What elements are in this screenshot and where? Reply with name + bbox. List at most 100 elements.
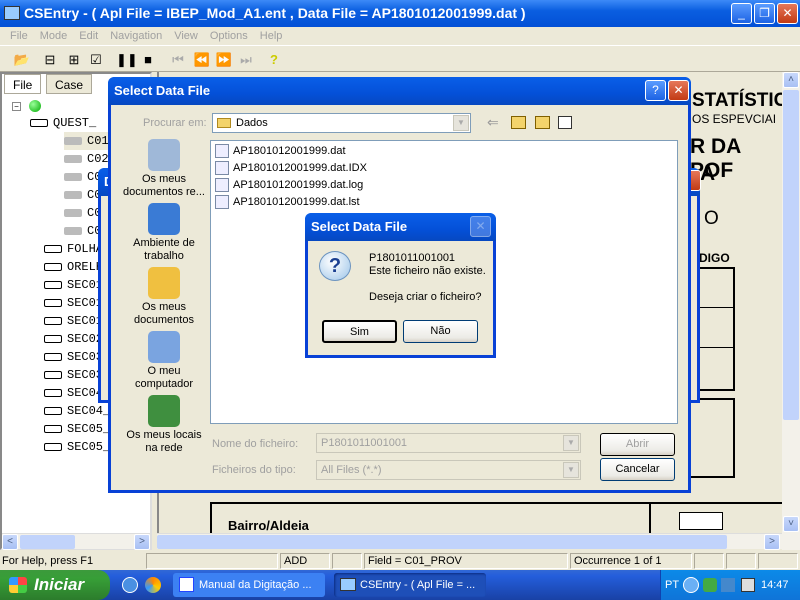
- tree-item[interactable]: SEC05_: [44, 420, 110, 438]
- language-indicator[interactable]: PT: [665, 570, 679, 600]
- system-tray: PT 14:47: [660, 570, 800, 600]
- menu-file[interactable]: File: [4, 27, 34, 45]
- dialog-close-button[interactable]: ✕: [668, 80, 689, 101]
- verify-case-icon[interactable]: ☑: [86, 50, 106, 70]
- look-in-label: Procurar em:: [143, 117, 207, 129]
- open-folder-icon[interactable]: 📂: [12, 50, 32, 70]
- collapse-icon[interactable]: −: [12, 102, 21, 111]
- modify-case-icon[interactable]: ⊞: [64, 50, 84, 70]
- new-folder-icon[interactable]: [535, 116, 550, 129]
- task-csentry[interactable]: CSEntry - ( Apl File = ...: [334, 573, 486, 597]
- tree-item[interactable]: SEC04: [44, 384, 103, 402]
- filename-combo[interactable]: P1801011001001 ▼: [316, 433, 581, 453]
- record-icon: [44, 388, 62, 397]
- message-box-title: Select Data File: [305, 213, 496, 241]
- message-filename: P1801011001001: [369, 252, 456, 264]
- restore-button[interactable]: ❐: [754, 3, 775, 24]
- message-text: Este ficheiro não existe.: [369, 265, 486, 277]
- menu-mode[interactable]: Mode: [34, 27, 74, 45]
- tree-item[interactable]: SEC03: [44, 348, 103, 366]
- status-occurrence: Occurrence 1 of 1: [570, 553, 692, 569]
- task-word-manual[interactable]: Manual da Digitação ...: [173, 573, 325, 597]
- tree-horizontal-scrollbar[interactable]: < >: [2, 533, 150, 550]
- csentry-icon: [340, 578, 356, 591]
- pause-icon[interactable]: ❚❚: [116, 50, 138, 70]
- place-my-documents[interactable]: Os meus documentos: [119, 267, 209, 327]
- form-label: DIGO: [699, 251, 730, 265]
- tree-item[interactable]: SEC01: [44, 312, 103, 330]
- last-icon[interactable]: ⏭: [236, 50, 256, 70]
- menu-options[interactable]: Options: [204, 27, 254, 45]
- form-vertical-scrollbar[interactable]: ˄ ˅: [782, 72, 800, 550]
- record-icon: [44, 442, 62, 451]
- tab-case[interactable]: Case: [46, 74, 93, 94]
- tray-app-icon[interactable]: [721, 578, 735, 592]
- tree-item[interactable]: FOLHA: [44, 240, 103, 258]
- minimize-button[interactable]: _: [731, 3, 752, 24]
- bairro-field[interactable]: [679, 512, 723, 530]
- place-desktop[interactable]: Ambiente de trabalho: [119, 203, 209, 263]
- place-my-computer[interactable]: O meu computador: [119, 331, 209, 391]
- tree-item[interactable]: C0: [64, 186, 101, 204]
- record-icon: [44, 370, 62, 379]
- start-button[interactable]: Iniciar: [0, 570, 110, 600]
- menu-help[interactable]: Help: [254, 27, 289, 45]
- cancel-button[interactable]: Cancelar: [600, 458, 675, 481]
- window-title: CSEntry - ( Apl File = IBEP_Mod_A1.ent ,…: [24, 5, 526, 21]
- look-in-combo[interactable]: Dados ▼: [212, 113, 471, 133]
- network-places-icon: [148, 395, 180, 427]
- tree-item[interactable]: C0: [64, 204, 101, 222]
- menu-view[interactable]: View: [168, 27, 204, 45]
- scroll-thumb[interactable]: [783, 90, 799, 420]
- menu-navigation[interactable]: Navigation: [104, 27, 168, 45]
- open-button[interactable]: Abrir: [600, 433, 675, 456]
- taskbar: Iniciar Manual da Digitação ... CSEntry …: [0, 570, 800, 600]
- place-network-places[interactable]: Os meus locais na rede: [119, 395, 209, 455]
- record-icon: [44, 244, 62, 253]
- stop-icon[interactable]: ■: [138, 50, 158, 70]
- help-icon[interactable]: ?: [264, 50, 284, 70]
- help-button[interactable]: ?: [645, 80, 666, 101]
- tree-item[interactable]: SEC01: [44, 294, 103, 312]
- close-button[interactable]: ✕: [777, 3, 798, 24]
- place-recent-documents[interactable]: Os meus documentos re...: [119, 139, 209, 199]
- field-icon: [64, 226, 82, 235]
- filetype-combo[interactable]: All Files (*.*) ▼: [316, 460, 581, 480]
- monitor-icon[interactable]: [741, 578, 755, 592]
- tree-item[interactable]: SEC05_: [44, 438, 110, 456]
- tree-item[interactable]: QUEST_: [30, 114, 96, 132]
- tree-item[interactable]: C0: [64, 168, 101, 186]
- ie-icon[interactable]: [122, 577, 138, 593]
- file-item[interactable]: AP1801012001999.dat.lst: [215, 194, 360, 211]
- first-icon[interactable]: ⏮: [168, 50, 188, 70]
- back-icon[interactable]: ⇐: [487, 114, 499, 131]
- tree-item[interactable]: SEC02: [44, 330, 103, 348]
- up-folder-icon[interactable]: [511, 116, 526, 129]
- add-case-icon[interactable]: ⊟: [40, 50, 60, 70]
- next-icon[interactable]: ⏩: [214, 50, 234, 70]
- previous-icon[interactable]: ⏪: [192, 50, 212, 70]
- media-player-icon[interactable]: [145, 577, 161, 593]
- filetype-label: Ficheiros do tipo:: [212, 464, 296, 476]
- tab-file[interactable]: File: [4, 74, 42, 94]
- file-item[interactable]: AP1801012001999.dat.log: [215, 177, 363, 194]
- toolbar: 📂 ⊟ ⊞ ☑ ❚❚ ■ ⏮ ⏪ ⏩ ⏭?: [0, 45, 800, 72]
- tree-item[interactable]: SEC03: [44, 366, 103, 384]
- tree-item[interactable]: SEC04_: [44, 402, 110, 420]
- file-item[interactable]: AP1801012001999.dat.IDX: [215, 160, 367, 177]
- file-item[interactable]: AP1801012001999.dat: [215, 143, 346, 160]
- network-icon[interactable]: [703, 578, 717, 592]
- recent-documents-icon: [148, 139, 180, 171]
- tree-item[interactable]: C0: [64, 222, 101, 240]
- field-icon: [64, 190, 82, 199]
- menu-edit[interactable]: Edit: [73, 27, 104, 45]
- filename-label: Nome do ficheiro:: [212, 438, 299, 450]
- message-box-close-button[interactable]: ✕: [470, 216, 491, 237]
- show-hidden-icons-icon[interactable]: [683, 577, 699, 593]
- tree-item[interactable]: SEC01: [44, 276, 103, 294]
- no-button[interactable]: Não: [403, 320, 478, 343]
- form-horizontal-scrollbar[interactable]: >: [157, 533, 782, 550]
- yes-button[interactable]: Sim: [322, 320, 397, 343]
- view-menu-icon[interactable]: [558, 116, 572, 129]
- tree-item[interactable]: ORELH: [44, 258, 103, 276]
